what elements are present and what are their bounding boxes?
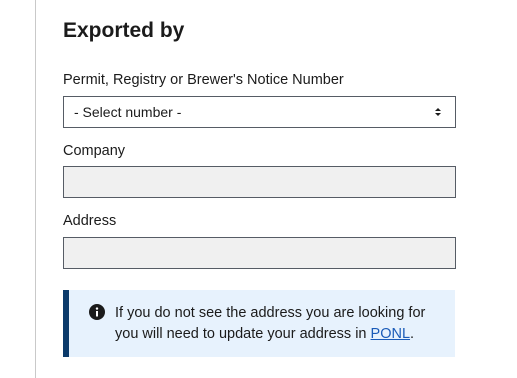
address-input[interactable] [63,237,456,269]
alert-text-line2: you will need to update your address in [115,326,371,342]
info-icon [89,304,105,320]
permit-number-select-value: - Select number - [74,104,182,120]
alert-message: If you do not see the address you are lo… [115,303,445,345]
left-divider [35,0,36,378]
exported-by-page: Exported by Permit, Registry or Brewer's… [0,0,517,378]
section-title: Exported by [63,19,185,42]
alert-text-suffix: . [410,326,415,342]
company-label: Company [63,143,126,159]
address-label: Address [63,213,117,229]
permit-number-label: Permit, Registry or Brewer's Notice Numb… [63,72,344,88]
permit-number-select[interactable]: - Select number - [63,96,456,128]
company-input[interactable] [63,166,456,198]
alert-text-line1: If you do not see the address you are lo… [115,305,426,321]
info-alert: If you do not see the address you are lo… [63,290,455,357]
ponl-link[interactable]: PONL [371,326,411,342]
select-updown-icon [435,108,441,116]
